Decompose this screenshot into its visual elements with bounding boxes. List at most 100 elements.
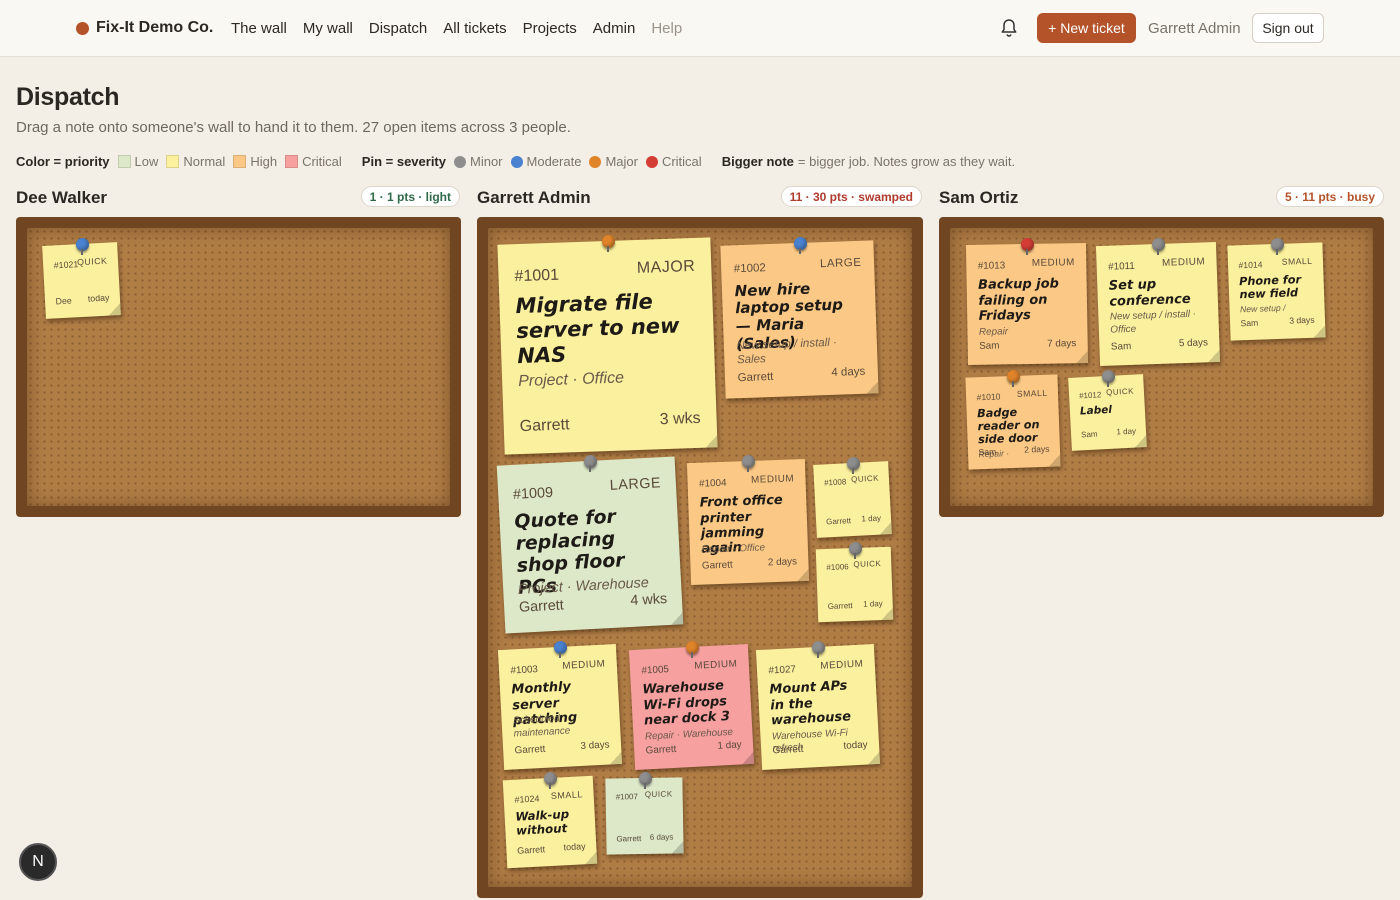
ticket-title [825,490,880,493]
ticket-size: LARGE [609,475,662,495]
ticket-note[interactable]: #1005 MEDIUM Warehouse Wi-Fi drops near do… [628,643,755,771]
ticket-size: SMALL [550,789,584,801]
nav-dispatch[interactable]: Dispatch [369,20,427,37]
ticket-category [616,820,673,821]
ticket-note[interactable]: #1014 SMALL Phone for new field New setup /… [1227,242,1326,341]
ticket-title: Label [1079,403,1113,418]
current-user[interactable]: Garrett Admin [1148,20,1241,37]
nav-all-tickets[interactable]: All tickets [443,20,506,37]
dev-tools-button[interactable]: N [19,843,57,881]
ticket-assignee: Garrett [519,416,570,436]
board-garrett[interactable]: #1001 MAJOR Migrate file server to new NAS… [477,217,923,898]
ticket-assignee: Garrett [737,370,774,385]
pushpin-icon [793,237,807,254]
ticket-size: MEDIUM [750,473,795,486]
pushpin-icon [848,542,862,559]
corkboard-sam[interactable]: #1013 MEDIUM Backup job failing on Fridays… [950,228,1373,506]
ticket-assignee: Sam [1240,318,1259,329]
ticket-age: 5 days [1178,337,1209,350]
ticket-size: MEDIUM [1161,256,1206,269]
board-dee[interactable]: #1021 QUICK Dee today [16,217,461,517]
pushpin-icon [742,455,755,472]
nav-my-wall[interactable]: My wall [303,20,353,37]
nav-projects[interactable]: Projects [523,20,577,37]
brand-name[interactable]: Fix-It Demo Co. [96,19,213,37]
note-corner-fold [1075,350,1089,364]
legend-pin-critical: Critical [661,154,702,169]
ticket-size: MEDIUM [562,658,606,672]
ticket-note[interactable]: #1024 SMALL Walk-up without Garrett today [502,775,598,869]
corkboard-garrett[interactable]: #1001 MAJOR Migrate file server to new NAS… [488,228,912,887]
note-corner-fold [741,751,755,765]
ticket-id: #1009 [512,484,554,503]
sign-out-button[interactable]: Sign out [1252,13,1324,43]
pushpin-icon [544,772,557,789]
corkboard-dee[interactable]: #1021 QUICK Dee today [27,228,450,506]
nav-help[interactable]: Help [651,20,682,37]
note-corner-fold [108,303,121,316]
ticket-size: MEDIUM [694,658,738,672]
pushpin-icon [685,641,699,658]
ticket-note[interactable]: #1004 MEDIUM Front office printer jamming … [686,458,810,586]
note-corner-fold [705,435,718,448]
ticket-note[interactable]: #1002 LARGE New hire laptop setup — Maria … [720,240,879,399]
pushpin-icon [601,235,615,252]
ticket-note[interactable]: #1027 MEDIUM Mount APs in the warehouse War… [755,643,881,771]
pushpin-icon [554,641,567,658]
ticket-id: #1002 [733,262,767,276]
ticket-age: 2 days [1024,444,1050,455]
legend-swatch-normal [166,155,180,168]
ticket-size: QUICK [76,255,108,267]
ticket-age: 3 days [1289,315,1315,326]
nav-admin[interactable]: Admin [593,20,636,37]
ticket-note[interactable]: #1013 MEDIUM Backup job failing on Fridays… [965,242,1089,366]
board-sam[interactable]: #1013 MEDIUM Backup job failing on Fridays… [939,217,1384,517]
note-corner-fold [670,612,684,625]
new-ticket-button[interactable]: + New ticket [1037,13,1136,43]
ticket-assignee: Garrett [518,597,565,617]
pushpin-icon [75,238,89,255]
ticket-age: 2 days [767,556,798,569]
ticket-age: 3 wks [659,409,701,429]
ticket-assignee: Garrett [616,834,642,844]
ticket-note[interactable]: #1001 MAJOR Migrate file server to new NAS… [497,237,718,455]
ticket-id: #1010 [976,391,1001,403]
ticket-id: #1012 [1078,390,1102,401]
ticket-note[interactable]: #1009 LARGE Quote for replacing shop floor… [496,456,684,634]
ticket-assignee: Garrett [701,559,733,572]
ticket-age: 4 days [831,366,866,380]
ticket-id: #1001 [514,266,560,286]
ticket-age: today [843,739,868,752]
legend: Color = priority Low Normal High Critica… [16,154,1015,169]
ticket-assignee: Sam [979,340,1000,353]
ticket-note[interactable]: #1003 MEDIUM Monthly server patching Schedu… [497,643,623,771]
pin-major-icon [589,155,602,168]
legend-swatch-low [117,155,131,168]
note-corner-fold [584,851,598,865]
ticket-id: #1008 [823,477,847,488]
pushpin-icon [1021,238,1034,255]
ticket-age: 7 days [1047,338,1077,350]
bell-icon[interactable] [1000,18,1018,38]
pushpin-icon [1270,238,1284,255]
pushpin-icon [1007,370,1020,387]
ticket-title: Badge reader on side door [976,405,1040,447]
ticket-title [616,806,673,807]
legend-low: Low [134,154,159,169]
nav-the-wall[interactable]: The wall [231,20,287,37]
note-corner-fold [879,522,892,535]
ticket-assignee: Garrett [772,744,804,757]
ticket-id: #1006 [826,562,849,572]
column-title-garrett: Garrett Admin [477,188,591,207]
note-corner-fold [609,751,623,765]
pushpin-icon [1101,370,1115,387]
ticket-note[interactable]: #1010 SMALL Badge reader on side door Repai… [965,374,1061,470]
ticket-id: #1024 [514,793,540,806]
ticket-category: Repair · Office [701,542,766,556]
brand-logo-icon [76,22,89,35]
ticket-category: New setup / install · Office [1109,309,1197,336]
pin-moderate-icon [510,155,523,168]
ticket-title: Warehouse Wi-Fi drops near dock 3 [642,678,731,729]
pushpin-icon [1152,238,1165,255]
ticket-note[interactable]: #1011 MEDIUM Set up conference New setup / … [1095,241,1221,367]
